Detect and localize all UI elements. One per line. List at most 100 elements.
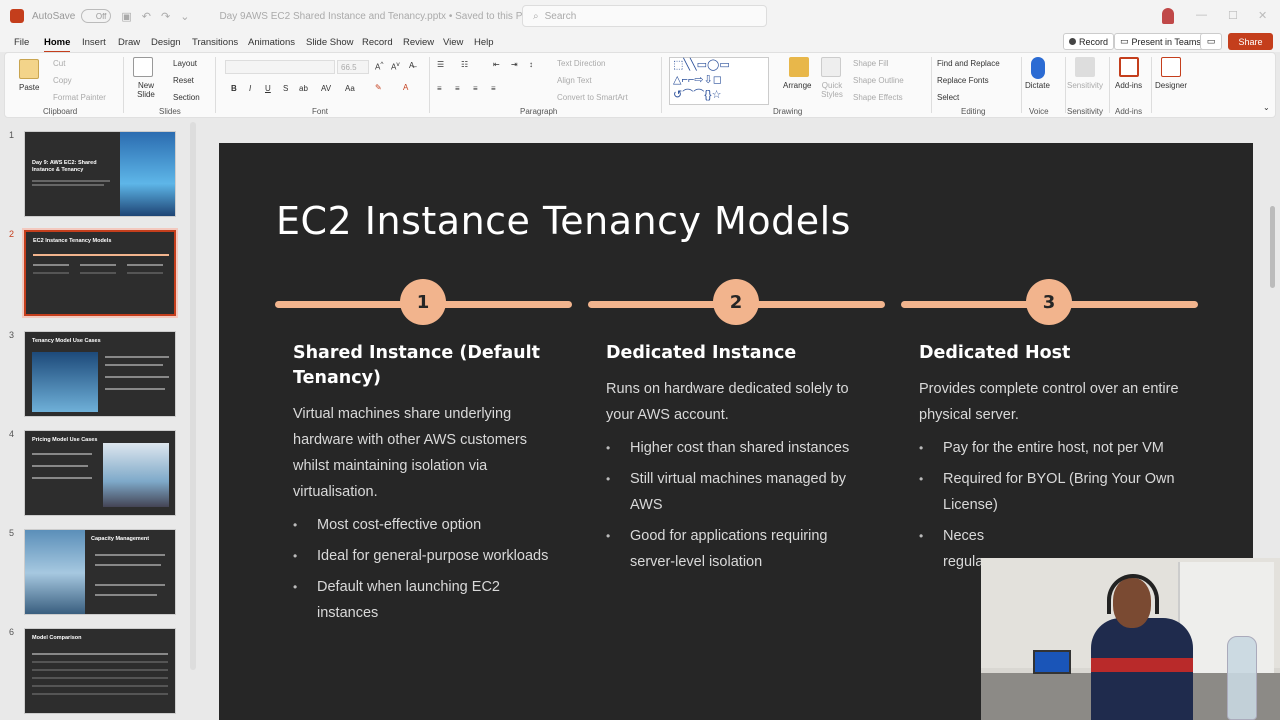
slide-thumbnail-1[interactable]: Day 9: AWS EC2: Shared Instance & Tenanc… <box>24 131 176 217</box>
customize-icon[interactable]: ⌄ <box>180 10 189 23</box>
underline-icon[interactable]: U <box>265 84 271 93</box>
search-box[interactable]: ⌕ Search <box>522 5 767 27</box>
paste-icon[interactable] <box>19 59 39 79</box>
designer-label[interactable]: Designer <box>1155 81 1187 90</box>
autosave-toggle[interactable]: Off <box>81 9 112 23</box>
reset-button[interactable]: Reset <box>173 76 194 85</box>
share-button[interactable]: Share <box>1228 33 1273 50</box>
numbering-icon[interactable]: ☷ <box>461 60 468 69</box>
shape-fill-button[interactable]: Shape Fill <box>853 59 889 68</box>
copy-button[interactable]: Copy <box>53 76 72 85</box>
undo-icon[interactable]: ↶ <box>142 10 151 23</box>
tab-help[interactable]: Help <box>474 37 494 48</box>
close-icon[interactable]: ✕ <box>1258 9 1267 22</box>
section-button[interactable]: Section <box>173 93 200 102</box>
tab-slide-show[interactable]: Slide Show <box>306 37 354 48</box>
indent-icon[interactable]: ⇤ <box>493 60 500 69</box>
slide-thumbnail-2[interactable]: EC2 Instance Tenancy Models <box>24 230 176 316</box>
thumbnail-scrollbar[interactable] <box>190 122 196 670</box>
shrink-font-icon[interactable]: Av <box>391 61 400 72</box>
shape-effects-button[interactable]: Shape Effects <box>853 93 903 102</box>
slide-thumbnail-5[interactable]: Capacity Management <box>24 529 176 615</box>
save-icon[interactable]: ▣ <box>121 10 131 23</box>
clipboard-group-label: Clipboard <box>43 107 78 116</box>
paste-label[interactable]: Paste <box>19 83 39 92</box>
align-right-icon[interactable]: ≡ <box>473 84 478 93</box>
spacing-icon[interactable]: AV <box>321 84 331 93</box>
sensitivity-icon[interactable] <box>1075 57 1095 77</box>
italic-icon[interactable]: I <box>249 84 251 93</box>
new-slide-icon[interactable] <box>133 57 153 77</box>
column-dedicated-instance[interactable]: Dedicated Instance Runs on hardware dedi… <box>606 341 876 580</box>
add-ins-label[interactable]: Add-ins <box>1115 81 1142 90</box>
cut-button[interactable]: Cut <box>53 59 65 68</box>
font-size-box[interactable]: 66.5 <box>337 60 369 74</box>
grow-font-icon[interactable]: A^ <box>375 61 383 72</box>
replace-fonts-button[interactable]: Replace Fonts <box>937 76 989 85</box>
editor-scrollbar[interactable] <box>1270 206 1275 288</box>
comments-icon[interactable]: ▭ <box>1200 33 1222 50</box>
bullet-list: Higher cost than shared instances Still … <box>606 435 876 575</box>
convert-smartart-button[interactable]: Convert to SmartArt <box>557 93 628 102</box>
record-button[interactable]: Record <box>1063 33 1115 50</box>
divider <box>215 57 216 113</box>
redo-icon[interactable]: ↷ <box>161 10 170 23</box>
account-avatar[interactable] <box>1162 8 1174 24</box>
clear-format-icon[interactable]: A̶ <box>409 61 414 70</box>
tab-transitions[interactable]: Transitions <box>192 37 238 48</box>
tab-record[interactable]: Record <box>362 37 393 48</box>
tab-review[interactable]: Review <box>403 37 434 48</box>
slide-title[interactable]: EC2 Instance Tenancy Models <box>276 199 851 243</box>
slide-thumbnail-3[interactable]: Tenancy Model Use Cases <box>24 331 176 417</box>
tab-file[interactable]: File <box>14 37 29 48</box>
shapes-gallery[interactable]: ⬚╲╲▭◯▭ △⌐⌐⇨⇩◻ ↺⌒⌒{}☆ <box>669 57 769 105</box>
dictate-label[interactable]: Dictate <box>1025 81 1050 90</box>
collapse-ribbon-icon[interactable]: ⌄ <box>1263 103 1270 112</box>
strikethrough-icon[interactable]: ab <box>299 84 308 93</box>
format-painter-button[interactable]: Format Painter <box>53 93 106 102</box>
align-center-icon[interactable]: ≡ <box>455 84 460 93</box>
select-button[interactable]: Select <box>937 93 959 102</box>
change-case-icon[interactable]: Aa <box>345 84 355 93</box>
document-title[interactable]: Day 9AWS EC2 Shared Instance and Tenancy… <box>219 11 540 22</box>
column-dedicated-host[interactable]: Dedicated Host Provides complete control… <box>919 341 1189 580</box>
present-in-teams-button[interactable]: ▭ Present in Teams <box>1114 33 1207 50</box>
align-left-icon[interactable]: ≡ <box>437 84 442 93</box>
bold-icon[interactable]: B <box>231 84 237 93</box>
outdent-icon[interactable]: ⇥ <box>511 60 518 69</box>
column-shared-instance[interactable]: Shared Instance (Default Tenancy) Virtua… <box>293 341 563 631</box>
arrange-icon[interactable] <box>789 57 809 77</box>
shape-outline-button[interactable]: Shape Outline <box>853 76 904 85</box>
layout-button[interactable]: Layout <box>173 59 197 68</box>
arrange-label[interactable]: Arrange <box>783 81 811 90</box>
tab-design[interactable]: Design <box>151 37 181 48</box>
microphone-icon[interactable] <box>1031 57 1045 79</box>
designer-icon[interactable] <box>1161 57 1181 77</box>
text-direction-button[interactable]: Text Direction <box>557 59 605 68</box>
bullets-icon[interactable]: ☰ <box>437 60 444 69</box>
tab-animations[interactable]: Animations <box>248 37 295 48</box>
tab-draw[interactable]: Draw <box>118 37 140 48</box>
quick-styles-label[interactable]: Quick Styles <box>817 81 847 99</box>
quick-styles-icon[interactable] <box>821 57 841 77</box>
shadow-icon[interactable]: S <box>283 84 288 93</box>
tab-insert[interactable]: Insert <box>82 37 106 48</box>
bullet-item: Still virtual machines managed by AWS <box>606 466 876 518</box>
add-ins-icon[interactable] <box>1119 57 1139 77</box>
divider <box>1021 57 1022 113</box>
tab-view[interactable]: View <box>443 37 463 48</box>
align-text-button[interactable]: Align Text <box>557 76 592 85</box>
line-spacing-icon[interactable]: ↕ <box>529 60 533 69</box>
slide-thumbnail-4[interactable]: Pricing Model Use Cases <box>24 430 176 516</box>
minimize-icon[interactable]: — <box>1196 9 1207 21</box>
sensitivity-label[interactable]: Sensitivity <box>1067 81 1103 90</box>
justify-icon[interactable]: ≡ <box>491 84 496 93</box>
find-replace-button[interactable]: Find and Replace <box>937 59 1000 68</box>
font-name-box[interactable] <box>225 60 335 74</box>
tab-home[interactable]: Home <box>44 37 71 53</box>
font-color-icon[interactable]: A <box>403 83 408 92</box>
slide-thumbnail-6[interactable]: Model Comparison <box>24 628 176 714</box>
new-slide-label[interactable]: New Slide <box>131 81 161 99</box>
maximize-icon[interactable]: ☐ <box>1228 9 1238 22</box>
highlight-icon[interactable]: ✎ <box>375 83 382 92</box>
